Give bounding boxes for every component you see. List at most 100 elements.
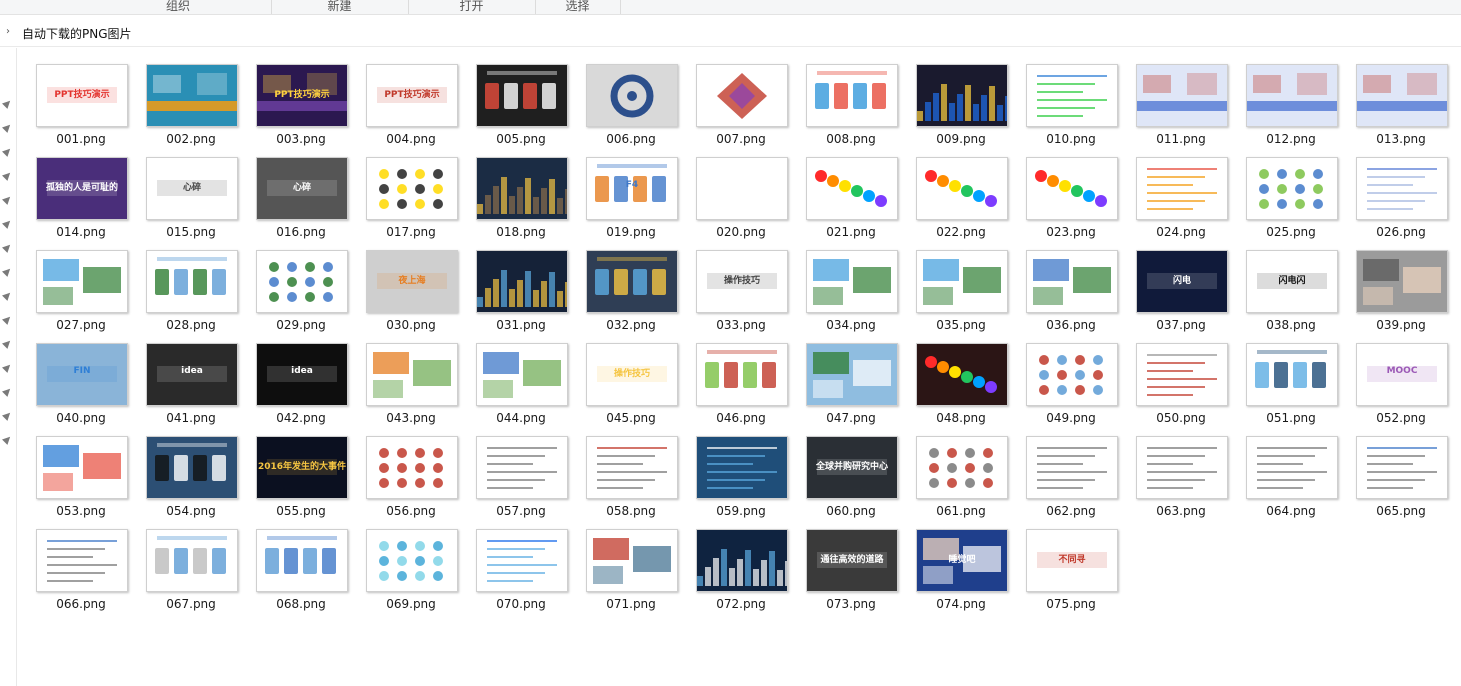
- file-item[interactable]: 022.png: [897, 141, 1008, 239]
- file-item[interactable]: 017.png: [347, 141, 458, 239]
- file-thumbnail[interactable]: [1356, 436, 1448, 499]
- file-thumbnail[interactable]: [146, 64, 238, 127]
- file-thumbnail[interactable]: 全球并购研究中心: [806, 436, 898, 499]
- pin-icon[interactable]: ▲: [0, 240, 15, 257]
- file-item[interactable]: 007.png: [677, 48, 788, 146]
- file-item[interactable]: 047.png: [787, 327, 898, 425]
- file-thumbnail[interactable]: [806, 64, 898, 127]
- file-thumbnail[interactable]: [1136, 343, 1228, 406]
- file-item[interactable]: 039.png: [1337, 234, 1448, 332]
- file-item[interactable]: 024.png: [1117, 141, 1228, 239]
- file-item[interactable]: 不同寻 075.png: [1007, 513, 1118, 611]
- pin-icon[interactable]: ▲: [0, 168, 15, 185]
- file-thumbnail[interactable]: [696, 436, 788, 499]
- file-thumbnail[interactable]: [586, 250, 678, 313]
- ribbon-group-select[interactable]: 选择: [535, 0, 621, 14]
- file-thumbnail[interactable]: [366, 436, 458, 499]
- file-thumbnail[interactable]: idea: [146, 343, 238, 406]
- file-item[interactable]: 018.png: [457, 141, 568, 239]
- file-thumbnail[interactable]: [146, 436, 238, 499]
- file-thumbnail[interactable]: 睡觉吧: [916, 529, 1008, 592]
- ribbon-group-open[interactable]: 打开: [408, 0, 536, 14]
- file-thumbnail[interactable]: [696, 64, 788, 127]
- file-item[interactable]: 057.png: [457, 420, 568, 518]
- file-item[interactable]: 操作技巧 045.png: [567, 327, 678, 425]
- file-thumbnail[interactable]: [36, 529, 128, 592]
- file-item[interactable]: 029.png: [237, 234, 348, 332]
- file-item[interactable]: 056.png: [347, 420, 458, 518]
- file-item[interactable]: FIN 040.png: [17, 327, 128, 425]
- file-item[interactable]: 043.png: [347, 327, 458, 425]
- file-thumbnail[interactable]: [476, 436, 568, 499]
- file-item[interactable]: 010.png: [1007, 48, 1118, 146]
- pin-icon[interactable]: ▲: [0, 216, 15, 233]
- file-thumbnail[interactable]: [916, 157, 1008, 220]
- file-thumbnail[interactable]: idea: [256, 343, 348, 406]
- file-item[interactable]: F4 019.png: [567, 141, 678, 239]
- file-item[interactable]: 012.png: [1227, 48, 1338, 146]
- file-thumbnail[interactable]: [256, 250, 348, 313]
- pin-icon[interactable]: ▲: [0, 96, 15, 113]
- file-thumbnail[interactable]: 操作技巧: [586, 343, 678, 406]
- file-item[interactable]: PPT技巧演示 003.png: [237, 48, 348, 146]
- file-item[interactable]: 操作技巧 033.png: [677, 234, 788, 332]
- file-thumbnail[interactable]: 夜上海: [366, 250, 458, 313]
- file-thumbnail[interactable]: [1136, 64, 1228, 127]
- file-item[interactable]: idea 042.png: [237, 327, 348, 425]
- pin-icon[interactable]: ▲: [0, 120, 15, 137]
- file-thumbnail[interactable]: [476, 343, 568, 406]
- file-item[interactable]: 044.png: [457, 327, 568, 425]
- ribbon-group-organize[interactable]: 组织: [85, 0, 272, 14]
- file-name[interactable]: 069.png: [347, 597, 475, 611]
- navigation-pane[interactable]: ▲ ▲ ▲ ▲ ▲ ▲ ▲ ▲ ▲ ▲ ▲ ▲ ▲ ▲ ▲: [0, 48, 17, 686]
- file-thumbnail[interactable]: [1026, 250, 1118, 313]
- file-thumbnail[interactable]: 孤独的人是可耻的: [36, 157, 128, 220]
- file-item[interactable]: 061.png: [897, 420, 1008, 518]
- file-thumbnail[interactable]: [476, 250, 568, 313]
- chevron-right-icon[interactable]: ›: [6, 26, 10, 37]
- file-thumbnail[interactable]: 心碎: [256, 157, 348, 220]
- file-item[interactable]: 071.png: [567, 513, 678, 611]
- file-item[interactable]: 065.png: [1337, 420, 1448, 518]
- file-item[interactable]: 闪电闪 038.png: [1227, 234, 1338, 332]
- pin-icon[interactable]: ▲: [0, 288, 15, 305]
- pin-icon[interactable]: ▲: [0, 408, 15, 425]
- file-item[interactable]: 020.png: [677, 141, 788, 239]
- file-item[interactable]: 059.png: [677, 420, 788, 518]
- file-item[interactable]: 025.png: [1227, 141, 1338, 239]
- file-item[interactable]: 036.png: [1007, 234, 1118, 332]
- file-thumbnail[interactable]: [1246, 343, 1338, 406]
- file-thumbnail[interactable]: [1026, 343, 1118, 406]
- file-item[interactable]: 062.png: [1007, 420, 1118, 518]
- file-item[interactable]: 053.png: [17, 420, 128, 518]
- file-thumbnail[interactable]: [696, 529, 788, 592]
- file-thumbnail[interactable]: PPT技巧演示: [366, 64, 458, 127]
- file-item[interactable]: 046.png: [677, 327, 788, 425]
- file-thumbnail[interactable]: [1026, 436, 1118, 499]
- pin-icon[interactable]: ▲: [0, 192, 15, 209]
- file-item[interactable]: 008.png: [787, 48, 898, 146]
- file-item[interactable]: 054.png: [127, 420, 238, 518]
- file-name[interactable]: 073.png: [787, 597, 915, 611]
- file-item[interactable]: 026.png: [1337, 141, 1448, 239]
- file-item[interactable]: 070.png: [457, 513, 568, 611]
- file-item[interactable]: 058.png: [567, 420, 678, 518]
- file-thumbnail[interactable]: [806, 157, 898, 220]
- file-thumbnail[interactable]: [916, 343, 1008, 406]
- file-thumbnail[interactable]: PPT技巧演示: [256, 64, 348, 127]
- file-item[interactable]: 063.png: [1117, 420, 1228, 518]
- file-thumbnail[interactable]: [1356, 250, 1448, 313]
- file-name[interactable]: 064.png: [1227, 504, 1355, 518]
- file-thumbnail[interactable]: [256, 529, 348, 592]
- file-item[interactable]: 049.png: [1007, 327, 1118, 425]
- file-thumbnail[interactable]: [806, 343, 898, 406]
- file-item[interactable]: PPT技巧演示 001.png: [17, 48, 128, 146]
- file-item[interactable]: 067.png: [127, 513, 238, 611]
- file-item[interactable]: 021.png: [787, 141, 898, 239]
- file-item[interactable]: 050.png: [1117, 327, 1228, 425]
- file-thumbnail[interactable]: [1026, 157, 1118, 220]
- file-item[interactable]: 066.png: [17, 513, 128, 611]
- file-name[interactable]: 063.png: [1117, 504, 1245, 518]
- file-thumbnail[interactable]: [916, 436, 1008, 499]
- file-name[interactable]: 070.png: [457, 597, 585, 611]
